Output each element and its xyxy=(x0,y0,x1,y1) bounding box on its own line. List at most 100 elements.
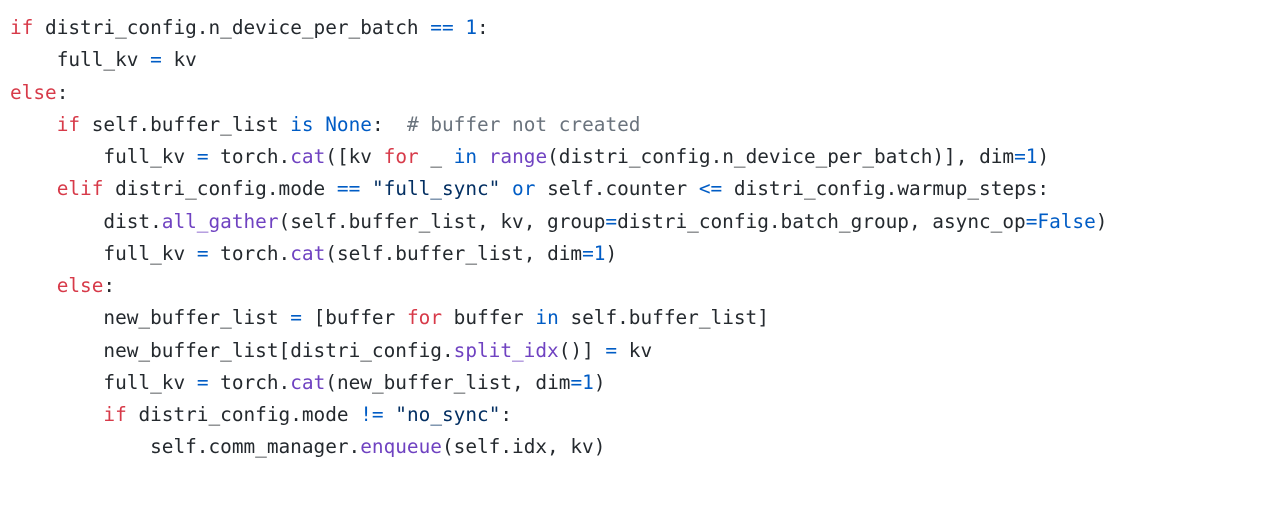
code-token: self.counter xyxy=(535,177,699,201)
code-token: full_kv xyxy=(103,370,197,394)
code-line: full_kv = torch.cat(self.buffer_list, di… xyxy=(10,238,1107,270)
code-token: = xyxy=(605,209,618,233)
code-token: distri_config.n_device_per_batch xyxy=(33,16,431,39)
code-line: new_buffer_list = [buffer for buffer in … xyxy=(10,302,1107,334)
code-token: else xyxy=(56,274,104,297)
code-token: : xyxy=(103,274,116,297)
code-token: ) xyxy=(1095,209,1108,233)
code-token: enqueue xyxy=(360,435,442,459)
code-line: else: xyxy=(10,77,1107,109)
code-token: cat xyxy=(290,145,326,168)
code-token: = xyxy=(196,241,209,265)
code-line: if self.buffer_list is None: # buffer no… xyxy=(10,109,1107,141)
code-token: range xyxy=(488,145,548,168)
code-token: ([kv xyxy=(325,145,384,168)
code-token: 1 xyxy=(593,241,606,265)
code-token: split_idx xyxy=(453,338,559,362)
code-token: (distri_config.n_device_per_batch)], dim xyxy=(547,145,1015,168)
code-token: if xyxy=(103,403,127,426)
code-token: : xyxy=(500,403,513,426)
code-token: == xyxy=(336,177,361,201)
code-token: for xyxy=(383,145,419,168)
code-line: else: xyxy=(10,270,1107,302)
code-token: = xyxy=(150,48,162,72)
code-token: (self.buffer_list, kv, group xyxy=(278,209,606,233)
code-token: if xyxy=(10,16,34,39)
code-token: in xyxy=(453,145,478,168)
code-token: "no_sync" xyxy=(395,403,501,426)
code-token: in xyxy=(535,306,559,330)
code-token: = xyxy=(196,370,209,394)
code-line: elif distri_config.mode == "full_sync" o… xyxy=(10,173,1107,205)
code-token: = xyxy=(290,306,302,330)
code-line: if distri_config.mode != "no_sync": xyxy=(10,399,1107,431)
code-line: dist.all_gather(self.buffer_list, kv, gr… xyxy=(10,206,1107,238)
code-token: (self.buffer_list, dim xyxy=(325,241,583,265)
code-token: ()] xyxy=(558,338,606,362)
code-token: full_kv xyxy=(56,48,151,72)
code-token: distri_config.mode xyxy=(103,177,337,201)
code-token: cat xyxy=(290,241,326,265)
code-token: ) xyxy=(593,370,606,394)
code-token: full_kv xyxy=(103,241,197,265)
code-token: == xyxy=(430,16,454,39)
code-token: = xyxy=(582,241,594,265)
code-token: != xyxy=(360,403,384,426)
code-token: : xyxy=(477,16,489,39)
code-line: full_kv = torch.cat(new_buffer_list, dim… xyxy=(10,367,1107,399)
code-token: "full_sync" xyxy=(371,177,501,201)
code-token: self.buffer_list xyxy=(80,112,291,136)
code-token: if xyxy=(56,112,81,136)
code-token: cat xyxy=(290,370,326,394)
code-line: if distri_config.n_device_per_batch == 1… xyxy=(10,12,1107,44)
code-token: torch. xyxy=(208,241,291,265)
code-token: dist. xyxy=(103,209,162,233)
code-token: self.buffer_list] xyxy=(558,306,769,330)
code-token: torch. xyxy=(208,370,291,394)
code-token: ) xyxy=(1037,145,1050,168)
code-token: all_gather xyxy=(161,209,279,233)
code-line: new_buffer_list[distri_config.split_idx(… xyxy=(10,335,1107,367)
code-token: [buffer xyxy=(301,306,407,330)
code-token: new_buffer_list xyxy=(103,306,291,330)
code-token: torch. xyxy=(208,145,291,168)
code-token: distri_config.batch_group, async_op xyxy=(617,209,1026,233)
code-token: buffer xyxy=(442,306,536,330)
code-token: elif xyxy=(56,177,104,201)
code-token: 1 xyxy=(1025,145,1038,168)
code-token: : xyxy=(56,80,69,104)
code-token: kv xyxy=(617,338,653,362)
code-token: ) xyxy=(605,241,618,265)
code-token: None xyxy=(325,112,372,136)
code-token: is xyxy=(290,112,314,136)
code-token: : xyxy=(371,112,407,136)
code-token: distri_config.warmup_steps: xyxy=(722,177,1050,201)
code-line: self.comm_manager.enqueue(self.idx, kv) xyxy=(10,431,1107,463)
code-block: if distri_config.n_device_per_batch == 1… xyxy=(10,12,1107,464)
code-token: = xyxy=(605,338,618,362)
code-token: kv xyxy=(161,48,197,72)
code-token: new_buffer_list[distri_config. xyxy=(103,338,454,362)
code-token: = xyxy=(1014,145,1026,168)
code-token: = xyxy=(1025,209,1038,233)
code-token: self.comm_manager. xyxy=(150,435,361,459)
code-token: full_kv xyxy=(103,145,197,168)
code-token: (new_buffer_list, dim xyxy=(325,370,571,394)
code-token: 1 xyxy=(465,16,478,39)
